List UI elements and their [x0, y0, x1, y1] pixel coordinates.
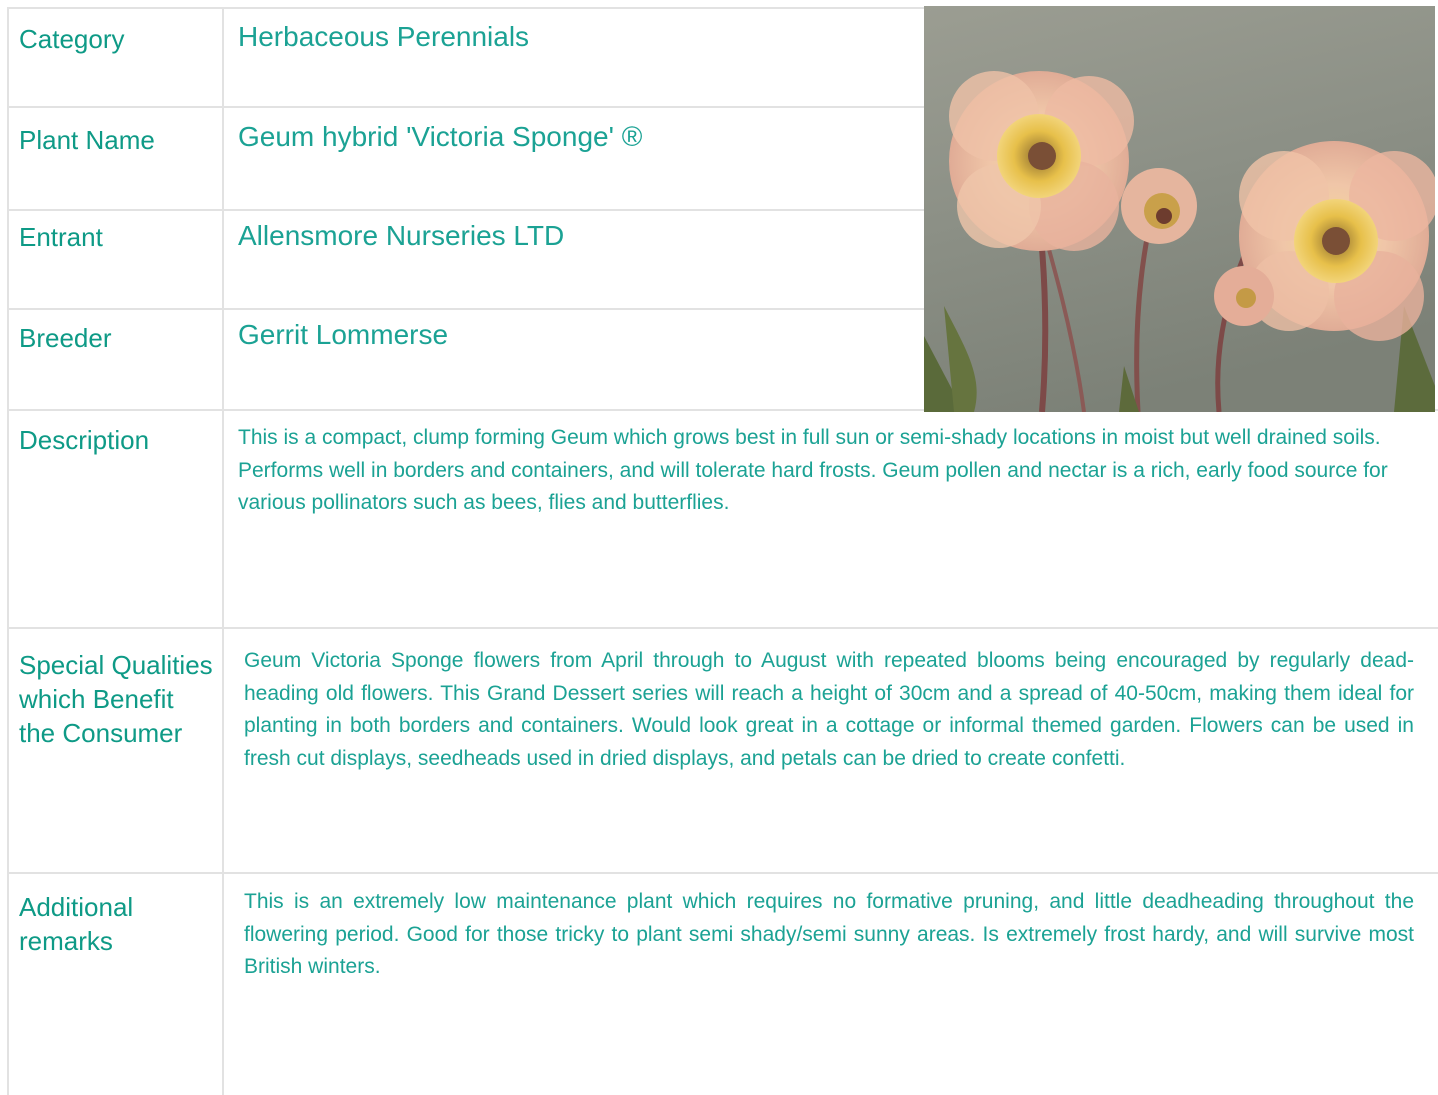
special-qualities-text: Geum Victoria Sponge flowers from April … — [244, 649, 1414, 770]
description-label: Description — [19, 425, 150, 455]
grid-line-label-divider — [222, 7, 224, 1095]
additional-remarks-label: Additional remarks — [19, 892, 134, 956]
plant-photo — [924, 6, 1435, 412]
plant-entry-sheet: Category Herbaceous Perennials Plant Nam… — [0, 0, 1438, 1095]
grid-line-top — [7, 7, 925, 9]
plant-name-value: Geum hybrid 'Victoria Sponge' ® — [238, 121, 643, 152]
grid-line-row6 — [7, 872, 1438, 874]
entrant-value: Allensmore Nurseries LTD — [238, 220, 565, 251]
grid-line-left — [7, 7, 9, 1095]
plant-name-label: Plant Name — [19, 125, 155, 155]
grid-line-row1 — [7, 106, 925, 108]
additional-remarks-text: This is an extremely low maintenance pla… — [244, 890, 1414, 978]
grid-line-row5 — [7, 627, 1438, 629]
description-text: This is a compact, clump forming Geum wh… — [238, 426, 1388, 514]
grid-line-row3 — [7, 308, 925, 310]
breeder-value: Gerrit Lommerse — [238, 319, 449, 350]
category-label: Category — [19, 24, 125, 54]
grid-line-row2 — [7, 209, 925, 211]
special-qualities-label: Special Qualities which Benefit the Cons… — [19, 650, 213, 748]
entrant-label: Entrant — [19, 222, 103, 252]
category-value: Herbaceous Perennials — [238, 21, 530, 52]
breeder-label: Breeder — [19, 323, 112, 353]
geum-flower-illustration — [924, 6, 1435, 412]
